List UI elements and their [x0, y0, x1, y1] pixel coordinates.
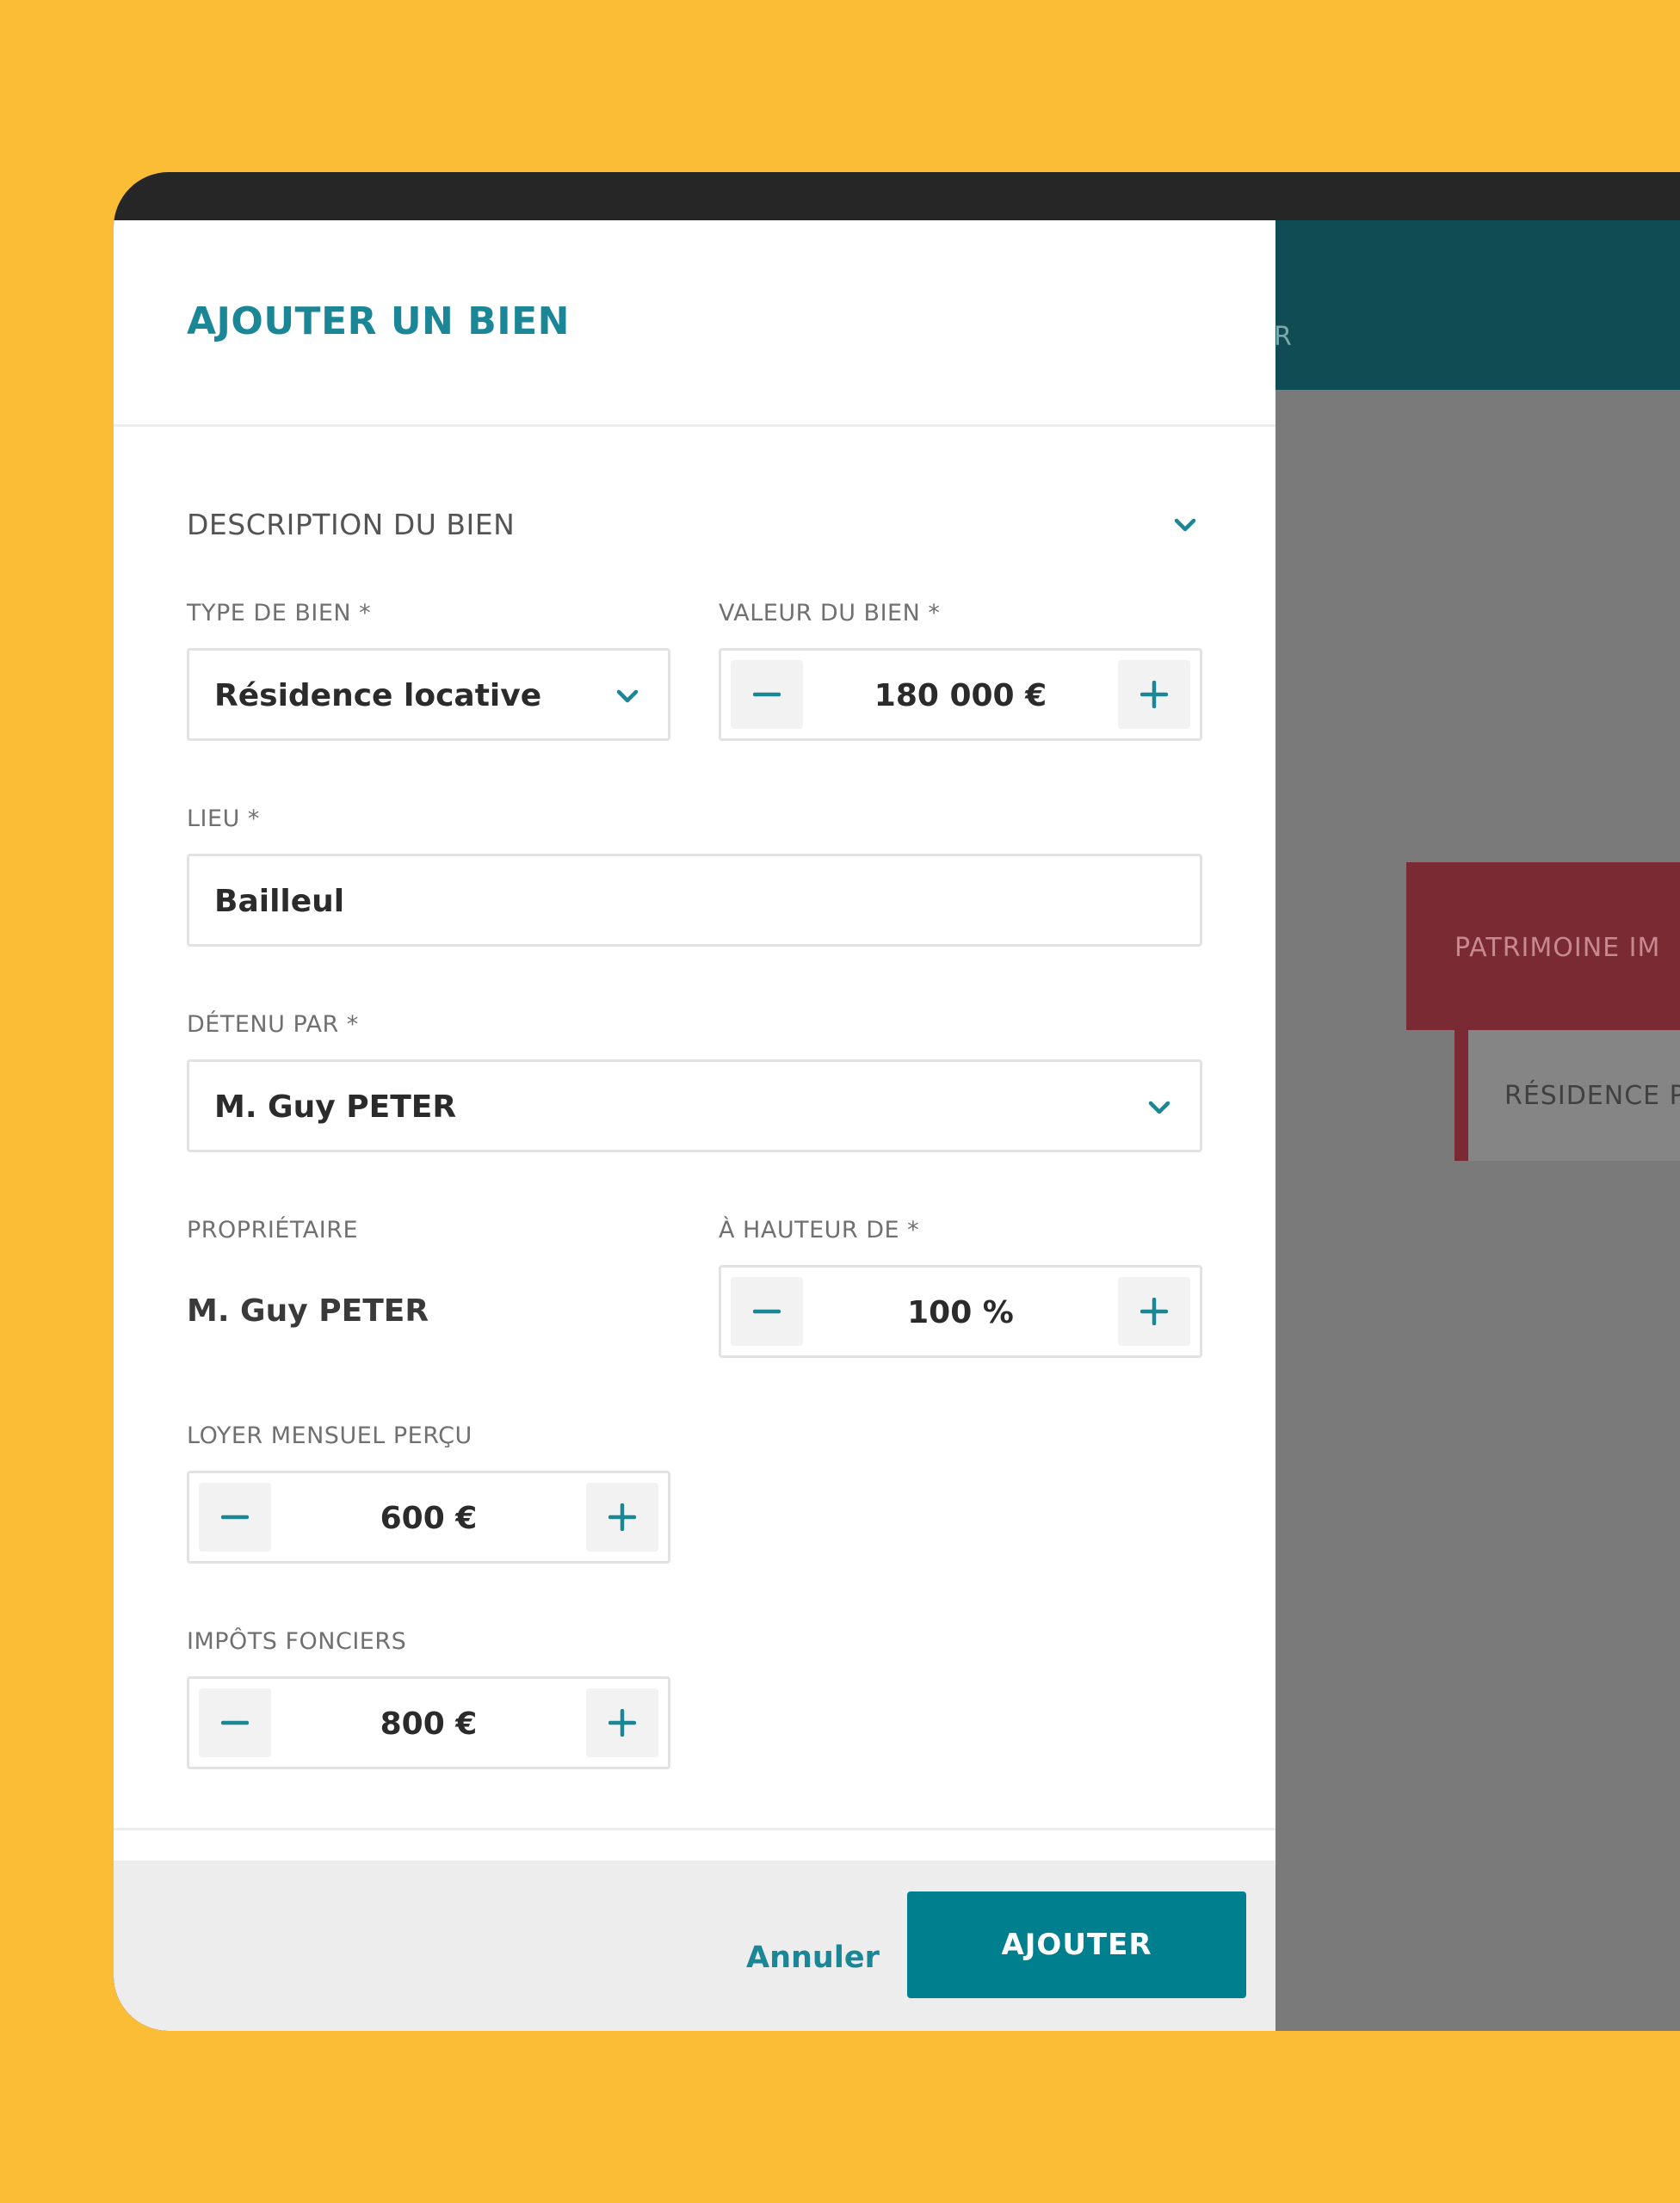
modal-footer: Annuler AJOUTER: [114, 1861, 1275, 2031]
loyer-mensuel-value[interactable]: 600 €: [275, 1501, 582, 1536]
type-de-bien-label: TYPE DE BIEN *: [187, 600, 372, 626]
add-property-modal: AJOUTER UN BIEN DESCRIPTION DU BIEN TYPE…: [114, 220, 1275, 2031]
lieu-label: LIEU *: [187, 805, 260, 832]
impots-decrement-button[interactable]: [199, 1688, 271, 1757]
a-hauteur-de-value[interactable]: 100 %: [807, 1295, 1114, 1330]
add-button[interactable]: AJOUTER: [907, 1891, 1246, 1998]
minus-icon: [221, 1720, 249, 1725]
type-de-bien-select[interactable]: Résidence locative: [187, 648, 670, 741]
device-frame: R PATRIMOINE IM RÉSIDENCE P AJOUTER UN B…: [114, 172, 1680, 2031]
background-row-accent-bar: [1455, 1030, 1468, 1161]
valeur-du-bien-value[interactable]: 180 000 €: [807, 678, 1114, 713]
valeur-du-bien-stepper: 180 000 €: [719, 648, 1202, 741]
plus-icon: [1140, 681, 1168, 708]
detenu-par-value: M. Guy PETER: [214, 1089, 457, 1125]
hauteur-increment-button[interactable]: [1118, 1277, 1190, 1346]
minus-icon: [753, 1309, 781, 1314]
chevron-down-icon: [1148, 1101, 1170, 1114]
valeur-du-bien-label: VALEUR DU BIEN *: [719, 600, 941, 626]
plus-icon: [1140, 1298, 1168, 1325]
minus-icon: [753, 692, 781, 697]
cancel-button[interactable]: Annuler: [746, 1941, 880, 1975]
type-de-bien-value: Résidence locative: [214, 678, 542, 713]
loyer-decrement-button[interactable]: [199, 1483, 271, 1552]
detenu-par-label: DÉTENU PAR *: [187, 1011, 359, 1038]
valeur-increment-button[interactable]: [1118, 660, 1190, 729]
plus-icon: [608, 1503, 636, 1531]
impots-increment-button[interactable]: [586, 1688, 658, 1757]
background-row-title: RÉSIDENCE P: [1504, 1081, 1680, 1111]
valeur-decrement-button[interactable]: [731, 660, 803, 729]
screen: R PATRIMOINE IM RÉSIDENCE P AJOUTER UN B…: [114, 220, 1680, 2031]
proprietaire-value: M. Guy PETER: [187, 1293, 429, 1329]
chevron-down-icon[interactable]: [1168, 508, 1202, 542]
minus-icon: [221, 1515, 249, 1520]
impots-fonciers-value[interactable]: 800 €: [275, 1706, 582, 1742]
footer-divider: [114, 1828, 1275, 1830]
a-hauteur-de-label: À HAUTEUR DE *: [719, 1217, 920, 1243]
plus-icon: [608, 1709, 636, 1737]
section-title: DESCRIPTION DU BIEN: [187, 508, 516, 541]
loyer-mensuel-label: LOYER MENSUEL PERÇU: [187, 1422, 472, 1449]
background-header-text: R: [1274, 322, 1293, 352]
loyer-increment-button[interactable]: [586, 1483, 658, 1552]
a-hauteur-de-stepper: 100 %: [719, 1265, 1202, 1358]
header-divider: [114, 424, 1275, 427]
proprietaire-label: PROPRIÉTAIRE: [187, 1217, 359, 1243]
detenu-par-select[interactable]: M. Guy PETER: [187, 1059, 1202, 1152]
hauteur-decrement-button[interactable]: [731, 1277, 803, 1346]
loyer-mensuel-stepper: 600 €: [187, 1471, 670, 1564]
impots-fonciers-stepper: 800 €: [187, 1676, 670, 1769]
background-card-title: PATRIMOINE IM: [1455, 933, 1661, 963]
impots-fonciers-label: IMPÔTS FONCIERS: [187, 1628, 407, 1655]
section-header-description[interactable]: DESCRIPTION DU BIEN: [187, 501, 1202, 549]
lieu-input[interactable]: Bailleul: [187, 854, 1202, 947]
lieu-value: Bailleul: [214, 884, 345, 919]
chevron-down-icon: [616, 689, 639, 703]
modal-title: AJOUTER UN BIEN: [187, 299, 570, 343]
